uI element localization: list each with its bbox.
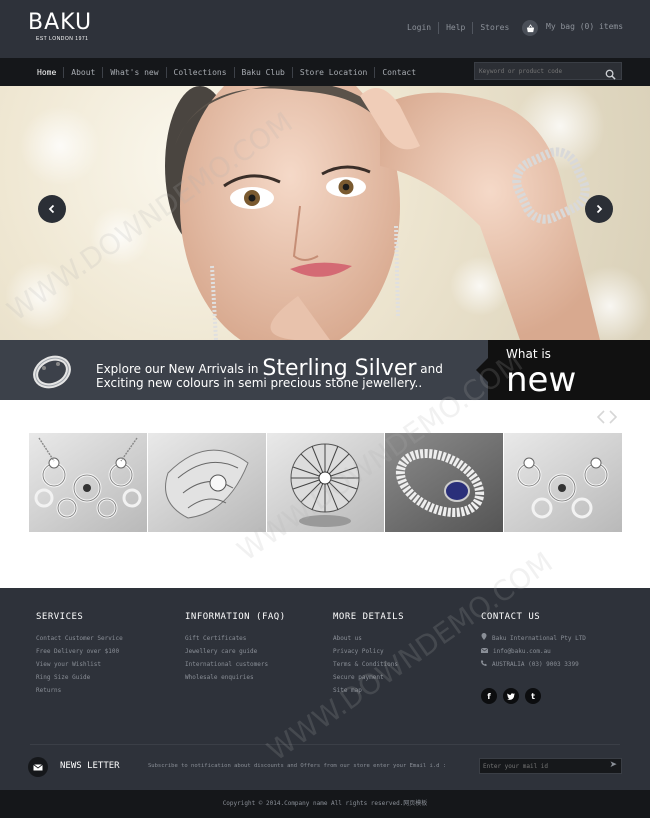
search-icon[interactable]	[605, 65, 616, 84]
product-carousel	[29, 433, 622, 532]
search-input[interactable]	[479, 65, 599, 77]
contact-phone: AUSTRALIA (03) 9003 3399	[492, 661, 579, 668]
footer-link[interactable]: Ring Size Guide	[36, 671, 123, 684]
tumblr-icon[interactable]: t	[525, 688, 541, 704]
nav-home[interactable]: Home	[30, 67, 65, 78]
footer-link[interactable]: Free Delivery over $100	[36, 645, 123, 658]
footer-services: SERVICES Contact Customer Service Free D…	[36, 612, 123, 697]
footer-contact-title: CONTACT US	[481, 612, 541, 622]
product-thumb-cocktail-ring[interactable]	[266, 433, 385, 532]
ring-icon	[33, 355, 71, 389]
footer-link[interactable]: Gift Certificates	[185, 632, 286, 645]
footer-contact: CONTACT US Baku International Pty LTD in…	[480, 612, 586, 671]
newsletter-email-input[interactable]	[483, 761, 598, 772]
social-links: f t	[481, 688, 541, 704]
footer-link[interactable]: Privacy Policy	[333, 645, 404, 658]
footer-link[interactable]: View your Wishlist	[36, 658, 123, 671]
carousel-prev-icon[interactable]	[596, 410, 606, 424]
footer-link[interactable]: Site map	[333, 684, 404, 697]
product-thumb-necklace-2[interactable]	[504, 433, 622, 532]
carousel-next-icon[interactable]	[608, 410, 618, 424]
footer-link[interactable]: About us	[333, 632, 404, 645]
stores-link[interactable]: Stores	[473, 22, 516, 34]
product-thumb-brooch[interactable]	[147, 433, 266, 532]
brand-logo[interactable]: BAKU EST LONDON 1971	[28, 10, 92, 42]
phone-icon	[481, 658, 487, 671]
hero-next-button[interactable]	[585, 195, 613, 223]
hero-prev-button[interactable]	[38, 195, 66, 223]
chevron-right-icon	[596, 204, 603, 214]
footer-divider	[30, 744, 620, 745]
shopping-bag-icon[interactable]	[522, 20, 538, 36]
hero-slider	[0, 86, 650, 340]
copyright-text: Copyright © 2014.Company name All rights…	[0, 790, 650, 818]
contact-company: Baku International Pty LTD	[492, 635, 586, 642]
footer-info-title: INFORMATION (FAQ)	[185, 612, 286, 622]
footer-services-title: SERVICES	[36, 612, 84, 622]
footer-more-title: MORE DETAILS	[333, 612, 405, 622]
twitter-icon[interactable]	[503, 688, 519, 704]
nav-whats-new[interactable]: What's new	[103, 67, 167, 78]
chevron-left-icon	[48, 204, 55, 214]
footer-link[interactable]: Wholesale enquiries	[185, 671, 286, 684]
nav-store-location[interactable]: Store Location	[293, 67, 376, 78]
promo-line-2: Exciting new colours in semi precious st…	[96, 376, 423, 390]
whats-new-badge[interactable]: What is new	[476, 340, 650, 400]
footer-link[interactable]: Terms & Conditions	[333, 658, 404, 671]
newsletter-text: Subscribe to notification about discount…	[148, 763, 447, 769]
product-thumb-necklace[interactable]	[29, 433, 147, 532]
footer-more: MORE DETAILS About us Privacy Policy Ter…	[333, 612, 404, 697]
footer-link[interactable]: Jewellery care guide	[185, 645, 286, 658]
nav-baku-club[interactable]: Baku Club	[235, 67, 293, 78]
site-footer: SERVICES Contact Customer Service Free D…	[0, 588, 650, 790]
carousel-nav	[596, 410, 618, 424]
promo-line-1-suffix: and	[420, 362, 443, 376]
whats-new-big: new	[506, 360, 577, 400]
newsletter-title: NEWS LETTER	[60, 761, 120, 771]
footer-info: INFORMATION (FAQ) Gift Certificates Jewe…	[185, 612, 286, 684]
nav-contact[interactable]: Contact	[375, 67, 423, 78]
footer-link[interactable]: Contact Customer Service	[36, 632, 123, 645]
nav-collections[interactable]: Collections	[167, 67, 235, 78]
hero-image	[5, 86, 650, 340]
login-link[interactable]: Login	[400, 22, 440, 34]
brand-tagline: EST LONDON 1971	[36, 36, 89, 42]
location-icon	[481, 632, 487, 645]
footer-link[interactable]: International customers	[185, 658, 286, 671]
search-box	[474, 62, 622, 80]
footer-link[interactable]: Returns	[36, 684, 123, 697]
nav-about[interactable]: About	[64, 67, 104, 78]
contact-email[interactable]: info@baku.com.au	[493, 645, 551, 658]
promo-line-1-prefix: Explore our New Arrivals in	[96, 362, 259, 376]
bag-label[interactable]: My bag (0) items	[546, 22, 623, 31]
whats-new-small: What is	[506, 347, 551, 361]
footer-link[interactable]: Secure payment	[333, 671, 404, 684]
product-thumb-sapphire-ring[interactable]	[385, 433, 504, 532]
newsletter-bar: NEWS LETTER Subscribe to notification ab…	[28, 756, 622, 778]
arrow-right-icon[interactable]: ➤	[609, 760, 617, 770]
envelope-icon	[28, 757, 48, 777]
help-link[interactable]: Help	[439, 22, 474, 34]
newsletter-box: ➤	[479, 758, 622, 774]
email-icon	[480, 645, 489, 658]
brand-name: BAKU	[28, 10, 93, 35]
site-header: BAKU EST LONDON 1971 Login Help Stores M…	[0, 0, 650, 58]
top-links: Login Help Stores	[400, 22, 516, 34]
facebook-icon[interactable]: f	[481, 688, 497, 704]
